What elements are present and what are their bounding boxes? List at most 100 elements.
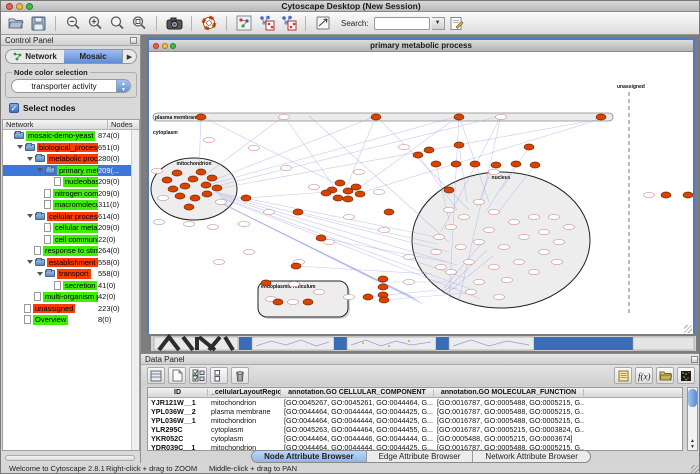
network-node-selected[interactable] bbox=[363, 294, 373, 300]
network-node[interactable] bbox=[279, 114, 290, 119]
expand-triangle-icon[interactable] bbox=[37, 168, 43, 172]
column-header[interactable]: ID bbox=[148, 389, 208, 396]
tree-row[interactable]: secretion41(0) bbox=[3, 280, 131, 292]
network-node-selected[interactable] bbox=[470, 161, 480, 167]
tree-row[interactable]: Overview8(0) bbox=[3, 314, 131, 326]
expand-triangle-icon[interactable] bbox=[27, 214, 33, 218]
table-scrollbar[interactable]: ▲▼ bbox=[687, 387, 698, 451]
network-node[interactable] bbox=[489, 264, 500, 269]
tree-horizontal-scrollbar[interactable] bbox=[5, 455, 135, 461]
tree-row[interactable]: nucleobase-209(0) bbox=[3, 176, 131, 188]
network-node-selected[interactable] bbox=[321, 190, 331, 196]
annotate-icon[interactable] bbox=[447, 14, 467, 33]
network-node[interactable] bbox=[309, 184, 320, 189]
network-node[interactable] bbox=[496, 114, 507, 119]
network-node[interactable] bbox=[184, 221, 195, 226]
network-node-selected[interactable] bbox=[316, 235, 326, 241]
network-node[interactable] bbox=[264, 209, 275, 214]
import-attributes-folder-icon[interactable] bbox=[656, 367, 674, 384]
network-node-selected[interactable] bbox=[379, 297, 389, 303]
network-node-selected[interactable] bbox=[201, 182, 211, 188]
network-node[interactable] bbox=[499, 244, 510, 249]
network-node[interactable] bbox=[434, 234, 445, 239]
tab-node-attribute-browser[interactable]: Node Attribute Browser bbox=[252, 451, 367, 462]
search-dropdown-arrow[interactable]: ▼ bbox=[432, 17, 445, 30]
new-attribute-icon[interactable] bbox=[168, 367, 186, 384]
apply-layout-alt-icon[interactable] bbox=[278, 14, 298, 33]
network-node[interactable] bbox=[374, 189, 385, 194]
network-node-selected[interactable] bbox=[212, 185, 222, 191]
network-node-selected[interactable] bbox=[190, 195, 200, 201]
network-node[interactable] bbox=[379, 227, 390, 232]
tab-network-attribute-browser[interactable]: Network Attribute Browser bbox=[473, 451, 589, 462]
window-resize-grip[interactable] bbox=[684, 325, 692, 333]
node-color-dropdown[interactable]: transporter activity ▲▼ bbox=[11, 79, 131, 93]
network-node[interactable] bbox=[249, 145, 260, 150]
table-row[interactable]: YPL036W__1mitochondrion[GO:0044464, GO:0… bbox=[148, 416, 682, 425]
network-node[interactable] bbox=[436, 264, 447, 269]
network-node[interactable] bbox=[446, 224, 457, 229]
network-node-selected[interactable] bbox=[202, 191, 212, 197]
network-node[interactable] bbox=[489, 169, 500, 174]
float-panel-icon[interactable] bbox=[691, 356, 698, 363]
network-node[interactable] bbox=[354, 169, 365, 174]
network-node[interactable] bbox=[239, 221, 250, 226]
network-node[interactable] bbox=[514, 259, 525, 264]
network-edge[interactable] bbox=[213, 116, 501, 187]
network-node[interactable] bbox=[446, 269, 457, 274]
network-node[interactable] bbox=[208, 224, 219, 229]
zoom-fit-icon[interactable] bbox=[129, 14, 149, 33]
network-node-selected[interactable] bbox=[661, 192, 671, 198]
expand-triangle-icon[interactable] bbox=[17, 145, 23, 149]
network-node-selected[interactable] bbox=[511, 161, 521, 167]
network-node-selected[interactable] bbox=[303, 299, 313, 305]
network-node[interactable] bbox=[214, 259, 225, 264]
attribute-table-icon[interactable] bbox=[147, 367, 165, 384]
network-node-selected[interactable] bbox=[524, 144, 534, 150]
tree-row[interactable]: multi-organism pro42(0) bbox=[3, 291, 131, 303]
expand-triangle-icon[interactable] bbox=[27, 260, 33, 264]
network-overview-icon[interactable] bbox=[234, 14, 254, 33]
network-node[interactable] bbox=[456, 244, 467, 249]
save-session-icon[interactable] bbox=[28, 14, 48, 33]
network-node-selected[interactable] bbox=[172, 170, 182, 176]
help-lifesaver-icon[interactable] bbox=[199, 14, 219, 33]
network-node-selected[interactable] bbox=[444, 187, 454, 193]
network-edge[interactable] bbox=[309, 116, 449, 242]
network-node[interactable] bbox=[431, 249, 442, 254]
tree-row[interactable]: establishment of lo558(0) bbox=[3, 257, 131, 269]
tree-scrollbar[interactable] bbox=[131, 130, 139, 450]
table-row[interactable]: YPL036W__2plasma membrane[GO:0044464, GO… bbox=[148, 407, 682, 416]
network-node-selected[interactable] bbox=[291, 263, 301, 269]
network-node-selected[interactable] bbox=[378, 284, 388, 290]
network-node[interactable] bbox=[474, 199, 485, 204]
network-node[interactable] bbox=[539, 249, 550, 254]
scrollbar-arrows[interactable]: ▲▼ bbox=[688, 438, 697, 450]
expand-triangle-icon[interactable] bbox=[27, 157, 33, 161]
network-node-selected[interactable] bbox=[207, 175, 217, 181]
network-node-selected[interactable] bbox=[273, 299, 283, 305]
network-node[interactable] bbox=[152, 168, 163, 173]
network-node[interactable] bbox=[466, 289, 477, 294]
snapshot-camera-icon[interactable] bbox=[164, 14, 184, 33]
network-node-selected[interactable] bbox=[343, 196, 353, 202]
tree-row[interactable]: unassigned223(0) bbox=[3, 303, 131, 315]
network-node[interactable] bbox=[509, 219, 520, 224]
float-panel-icon[interactable] bbox=[130, 37, 137, 44]
network-node-selected[interactable] bbox=[454, 114, 464, 120]
network-node-selected[interactable] bbox=[351, 184, 361, 190]
network-node[interactable] bbox=[529, 214, 540, 219]
open-session-icon[interactable] bbox=[6, 14, 26, 33]
network-node[interactable] bbox=[404, 279, 415, 284]
network-node-selected[interactable] bbox=[371, 114, 381, 120]
network-node-selected[interactable] bbox=[683, 192, 693, 198]
app-resize-grip[interactable] bbox=[691, 465, 700, 474]
network-node[interactable] bbox=[399, 144, 410, 149]
network-node[interactable] bbox=[244, 249, 255, 254]
network-node[interactable] bbox=[464, 259, 475, 264]
network-node[interactable] bbox=[549, 214, 560, 219]
network-node[interactable] bbox=[529, 269, 540, 274]
select-nodes-checkbox[interactable]: ✓ bbox=[9, 103, 19, 113]
tab-edge-attribute-browser[interactable]: Edge Attribute Browser bbox=[367, 451, 474, 462]
notes-icon[interactable] bbox=[614, 367, 632, 384]
